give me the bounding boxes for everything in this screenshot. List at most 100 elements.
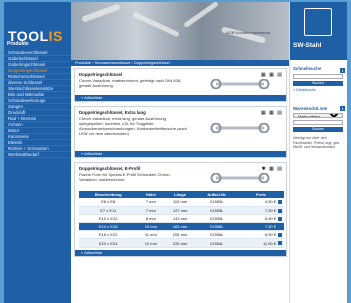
quick-search-heading: Schnellsuche (293, 66, 322, 71)
cart-search-button[interactable]: Suchen (293, 127, 343, 132)
col-length: Länge (164, 191, 196, 198)
table-cell: 7,90 € (237, 206, 284, 215)
product-desc: Chrom-Vanadium, mattverchromt, gefertigt… (79, 78, 182, 88)
cart-icon[interactable] (278, 233, 282, 238)
col-price: Preis (237, 191, 284, 198)
quick-search-box: Schnellsuche Suchen » Detailsuche (293, 66, 344, 92)
tool-image (81, 3, 121, 23)
price-value: 7,90 € (264, 207, 276, 213)
main-content: Doppelringschlüssel Chrom-Vanadium, matt… (74, 68, 287, 261)
table-cell: 163 mm (164, 222, 196, 232)
cart-icon[interactable] (278, 200, 282, 205)
table-cell: 01555L (195, 206, 238, 215)
right-column: SW-Stahl Schnellsuche Suchen » Detailsuc… (289, 2, 347, 303)
product-tags: ✱ ▦ ▤ (261, 166, 283, 172)
cart-icon[interactable] (278, 208, 282, 213)
price-value: 11,90 € (262, 240, 276, 246)
logo-area: TOOLIS Produkte (4, 2, 71, 50)
cart-icon[interactable] (278, 216, 282, 221)
info-icon[interactable]: i (340, 68, 345, 73)
table-cell: 143 mm (164, 214, 196, 224)
product-tags: ▦ ▦ ▤ (261, 72, 283, 78)
dealer-note: Verfolgt nur über den Fachhandel. Preise… (293, 136, 341, 150)
product-desc: Chrom-Vanadium, extra lang, gerade Ausfü… (79, 116, 188, 136)
product-title[interactable]: Doppelringschlüssel, Extra lang (79, 110, 282, 115)
price-value: 6,90 € (264, 215, 276, 221)
table-cell: 8,90 € (237, 230, 284, 240)
brand-name: SW-Stahl (293, 42, 322, 49)
table-cell: 225 mm (164, 238, 196, 248)
cart-box: Warenkorb/Liste Marke wählen Suchen Verf… (293, 106, 344, 150)
table-cell: 01554L (195, 238, 238, 248)
article-table: Beschreibung Höhe Länge Artikel-Nr. Prei… (79, 191, 284, 248)
table-cell: 01550L (195, 198, 238, 207)
article-list-link[interactable]: » Artikelliste (75, 151, 286, 157)
table-cell: 127 mm (164, 206, 196, 215)
table-cell: E14 x E18 (79, 222, 138, 232)
sidebar-nav: Schraubenschlüssel Gabelschlüssel Gabelrin… (4, 50, 71, 158)
brand-select[interactable]: Marke wählen (293, 112, 343, 118)
col-height: Höhe (137, 191, 165, 198)
top-nav[interactable]: AGB Kontakt Impressum (226, 30, 270, 35)
table-cell: 01556L (195, 230, 238, 240)
table-cell: 01558L (195, 222, 238, 232)
tool-image (220, 26, 267, 44)
table-cell: 115 mm (164, 198, 196, 207)
table-cell: 4,90 € (237, 198, 284, 207)
quick-search-button[interactable]: Suchen (293, 80, 343, 86)
table-row[interactable]: E10 x E12 8 mm 143 mm 01555L 6,90 € (79, 214, 284, 224)
section-title: Produkte (7, 41, 29, 47)
table-cell: 7,90 € (237, 222, 284, 232)
tool-image (132, 11, 180, 38)
wrench-icon (210, 173, 270, 183)
product-title[interactable]: Doppelringschlüssel (79, 72, 282, 77)
product-desc: Flache Form für Spezial-E-Profil Schraub… (79, 172, 171, 182)
cart-icon[interactable] (278, 225, 282, 230)
sidebar-item[interactable]: Werkstattbedarf (4, 152, 71, 158)
cart-input[interactable] (293, 120, 343, 125)
table-cell: 12 mm (137, 238, 165, 248)
price-value: 7,90 € (264, 224, 276, 230)
wrench-icon (210, 79, 270, 89)
table-cell: E18 x E22 (79, 230, 138, 240)
table-cell: 204 mm (164, 230, 196, 240)
table-row[interactable]: E7 x E11 7 mm 127 mm 01555L 7,90 € (79, 206, 284, 215)
quick-search-input[interactable] (293, 73, 343, 79)
product-title[interactable]: Doppelringschlüssel, E-Profil (79, 166, 282, 171)
table-cell: 01555L (195, 214, 238, 224)
left-column: TOOLIS Produkte Schraubenschlüssel Gabels… (4, 2, 71, 303)
product-card: Doppelringschlüssel, E-Profil Flache For… (74, 162, 287, 257)
product-tags: ▦ ▦ ▤ (261, 110, 283, 116)
table-cell: E6 x E8 (79, 198, 138, 207)
page: TOOLIS Produkte Schraubenschlüssel Gabels… (4, 2, 347, 303)
tool-image (183, 2, 219, 29)
sw-stahl-logo[interactable]: SW-Stahl (290, 2, 347, 60)
breadcrumb[interactable]: Produkte › Schraubenschlüssel › Doppelri… (71, 60, 289, 66)
wrench-icon (210, 123, 270, 133)
table-cell: 7 mm (137, 206, 165, 215)
table-cell: 6,90 € (237, 214, 284, 224)
price-value: 4,90 € (264, 199, 276, 205)
table-cell: E10 x E12 (79, 214, 138, 224)
table-cell: E7 x E11 (79, 206, 138, 215)
product-card: Doppelringschlüssel, Extra lang Chrom-Va… (74, 106, 287, 158)
article-list-link[interactable]: » Artikelliste (75, 249, 286, 256)
table-row[interactable]: E6 x E8 7 mm 115 mm 01550L 4,90 € (79, 198, 284, 207)
table-row[interactable]: E18 x E22 11 mm 204 mm 01556L 8,90 € (79, 230, 284, 240)
product-card: Doppelringschlüssel Chrom-Vanadium, matt… (74, 68, 287, 102)
cart-icon[interactable] (278, 241, 282, 246)
table-cell: 11,90 € (237, 238, 284, 248)
table-row[interactable]: E14 x E18 10 mm 163 mm 01558L 7,90 € (79, 222, 284, 232)
col-description: Beschreibung (79, 191, 138, 198)
logo-accent: IS (48, 28, 63, 44)
cart-heading: Warenkorb/Liste (293, 105, 328, 111)
table-row[interactable]: E20 x E24 12 mm 225 mm 01554L 11,90 € (79, 238, 284, 248)
info-icon[interactable]: i (340, 106, 345, 111)
table-cell: 11 mm (137, 230, 165, 240)
article-list-link[interactable]: » Artikelliste (75, 95, 286, 101)
table-cell: E20 x E24 (79, 238, 138, 248)
table-cell: 8 mm (137, 214, 165, 224)
detail-search-link[interactable]: » Detailsuche (293, 88, 344, 92)
table-cell: 7 mm (137, 198, 165, 207)
col-article: Artikel-Nr. (195, 191, 238, 198)
